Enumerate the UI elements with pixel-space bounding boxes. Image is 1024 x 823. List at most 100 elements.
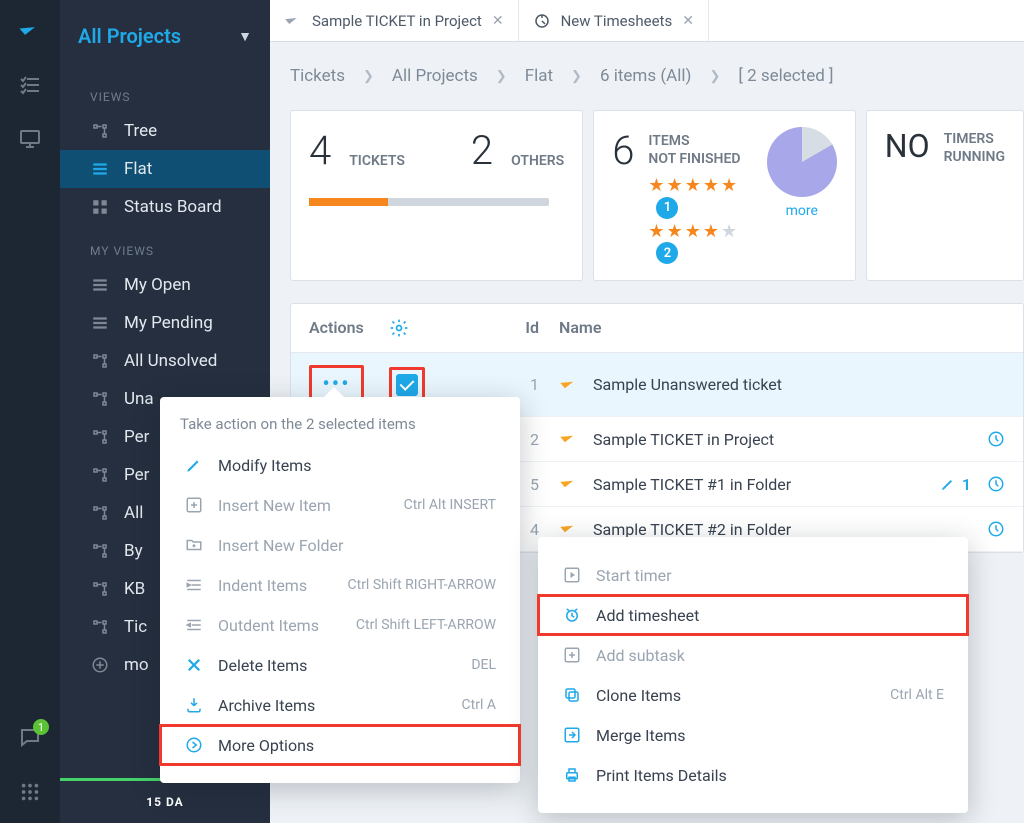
menu-start-timer[interactable]: Start timer [538,555,968,595]
breadcrumb: Tickets ❯ All Projects ❯ Flat ❯ 6 items (Al… [270,42,1024,110]
menu-label: Clone Items [596,686,681,705]
chat-icon[interactable]: 1 [17,725,43,751]
more-link[interactable]: more [786,203,818,219]
menu-label: More Options [218,736,314,755]
items-count: 6 [612,127,634,174]
chevron-right-icon: ❯ [571,69,582,84]
checklist-icon[interactable] [17,72,43,98]
copy-icon [562,685,582,705]
sidebar-myview-2[interactable]: All Unsolved [60,342,270,380]
menu-label: Indent Items [218,576,307,595]
ticket-icon [559,474,579,494]
menu-indent[interactable]: Indent ItemsCtrl Shift RIGHT-ARROW [160,565,520,605]
sidebar-item-label: KB [124,579,145,599]
sidebar-myview-0[interactable]: My Open [60,266,270,304]
pencil-icon[interactable] [940,476,956,492]
ticket-icon [559,375,579,395]
crumb-flat[interactable]: Flat [525,66,553,86]
crumb-tickets[interactable]: Tickets [290,66,345,86]
chat-badge: 1 [33,719,49,735]
tabs: Sample TICKET in Project ✕ New Timesheet… [270,0,1024,42]
tree-icon [90,579,110,599]
shortcut: Ctrl Alt INSERT [404,497,496,513]
sidebar-view-flat[interactable]: Flat [60,150,270,188]
sidebar-item-label: Una [124,389,154,409]
menu-add-timesheet[interactable]: Add timesheet [538,595,968,635]
tree-icon [90,427,110,447]
tab-sample-ticket[interactable]: Sample TICKET in Project ✕ [270,0,519,41]
chevron-down-icon: ▼ [238,28,252,45]
card-items: 6 ITEMS NOT FINISHED ★★★★★1 ★★★★★2 more [593,110,856,281]
popover-caret [324,387,344,397]
crumb-items[interactable]: 6 items (All) [600,66,691,86]
menu-label: Insert New Folder [218,536,343,555]
clock-icon[interactable] [987,430,1005,448]
menu-insert-folder[interactable]: Insert New Folder [160,525,520,565]
menu-delete-items[interactable]: Delete ItemsDEL [160,645,520,685]
menu-merge-items[interactable]: Merge Items [538,715,968,755]
items-label-1: ITEMS [648,133,742,149]
icon-rail: 1 [0,0,60,823]
sidebar-item-label: Per [124,465,149,485]
sidebar-item-label: Status Board [124,197,222,217]
sidebar-item-label: My Open [124,275,191,295]
sidebar-title: All Projects [78,24,181,48]
menu-label: Insert New Item [218,496,331,515]
menu-clone-items[interactable]: Clone ItemsCtrl Alt E [538,675,968,715]
close-icon[interactable]: ✕ [682,13,694,29]
actions-popover: Take action on the 2 selected items Modi… [160,397,520,783]
menu-label: Archive Items [218,696,315,715]
sidebar-myview-1[interactable]: My Pending [60,304,270,342]
chevron-right-icon: ❯ [496,69,507,84]
ticket-icon[interactable] [17,18,43,44]
checkmark-icon [396,374,418,396]
close-icon[interactable]: ✕ [492,13,504,29]
row-name: Sample TICKET #2 in Folder [593,520,791,539]
clock-icon[interactable] [987,475,1005,493]
th-name: Name [559,318,915,338]
sidebar-item-label: Flat [124,159,152,179]
presentation-icon[interactable] [17,126,43,152]
outdent-icon [184,615,204,635]
shortcut: Ctrl Shift LEFT-ARROW [356,617,496,633]
menu-archive-items[interactable]: Archive ItemsCtrl A [160,685,520,725]
sidebar-item-label: Tic [124,617,147,637]
sidebar-item-label: All [124,503,143,523]
arrow-right-circle-icon [184,735,204,755]
folder-plus-icon [184,535,204,555]
plus-box-icon [562,645,582,665]
chevron-right-icon: ❯ [363,69,374,84]
menu-outdent[interactable]: Outdent ItemsCtrl Shift LEFT-ARROW [160,605,520,645]
board-icon [90,197,110,217]
menu-insert-item[interactable]: Insert New Item Ctrl Alt INSERT [160,485,520,525]
sidebar-view-tree[interactable]: Tree [60,112,270,150]
menu-modify-items[interactable]: Modify Items [160,445,520,485]
sidebar-item-label: By [124,541,143,561]
alarm-icon [562,605,582,625]
pencil-icon [184,455,204,475]
menu-print-items[interactable]: Print Items Details [538,755,968,795]
rating-badge-2: 2 [656,242,678,264]
tab-new-timesheets[interactable]: New Timesheets ✕ [519,0,709,41]
clock-icon[interactable] [987,520,1005,538]
sidebar-header[interactable]: All Projects ▼ [60,0,270,72]
menu-more-options[interactable]: More Options [160,725,520,765]
row-name: Sample Unanswered ticket [593,375,782,394]
menu-add-subtask[interactable]: Add subtask [538,635,968,675]
tab-label: New Timesheets [561,12,673,30]
menu-label: Add subtask [596,646,685,665]
play-icon [562,565,582,585]
tree-icon [90,617,110,637]
gear-icon[interactable] [389,318,469,338]
printer-icon [562,765,582,785]
crumb-allprojects[interactable]: All Projects [392,66,478,86]
apps-icon[interactable] [17,779,43,805]
sidebar-footer[interactable]: 15 DA [60,778,270,823]
others-label: OTHERS [511,153,564,169]
tree-icon [90,503,110,523]
tickets-count: 4 [309,127,331,174]
sidebar-view-statusboard[interactable]: Status Board [60,188,270,226]
th-id: Id [469,318,559,338]
sidebar-item-label: mo [124,655,149,675]
sidebar-item-label: All Unsolved [124,351,217,371]
